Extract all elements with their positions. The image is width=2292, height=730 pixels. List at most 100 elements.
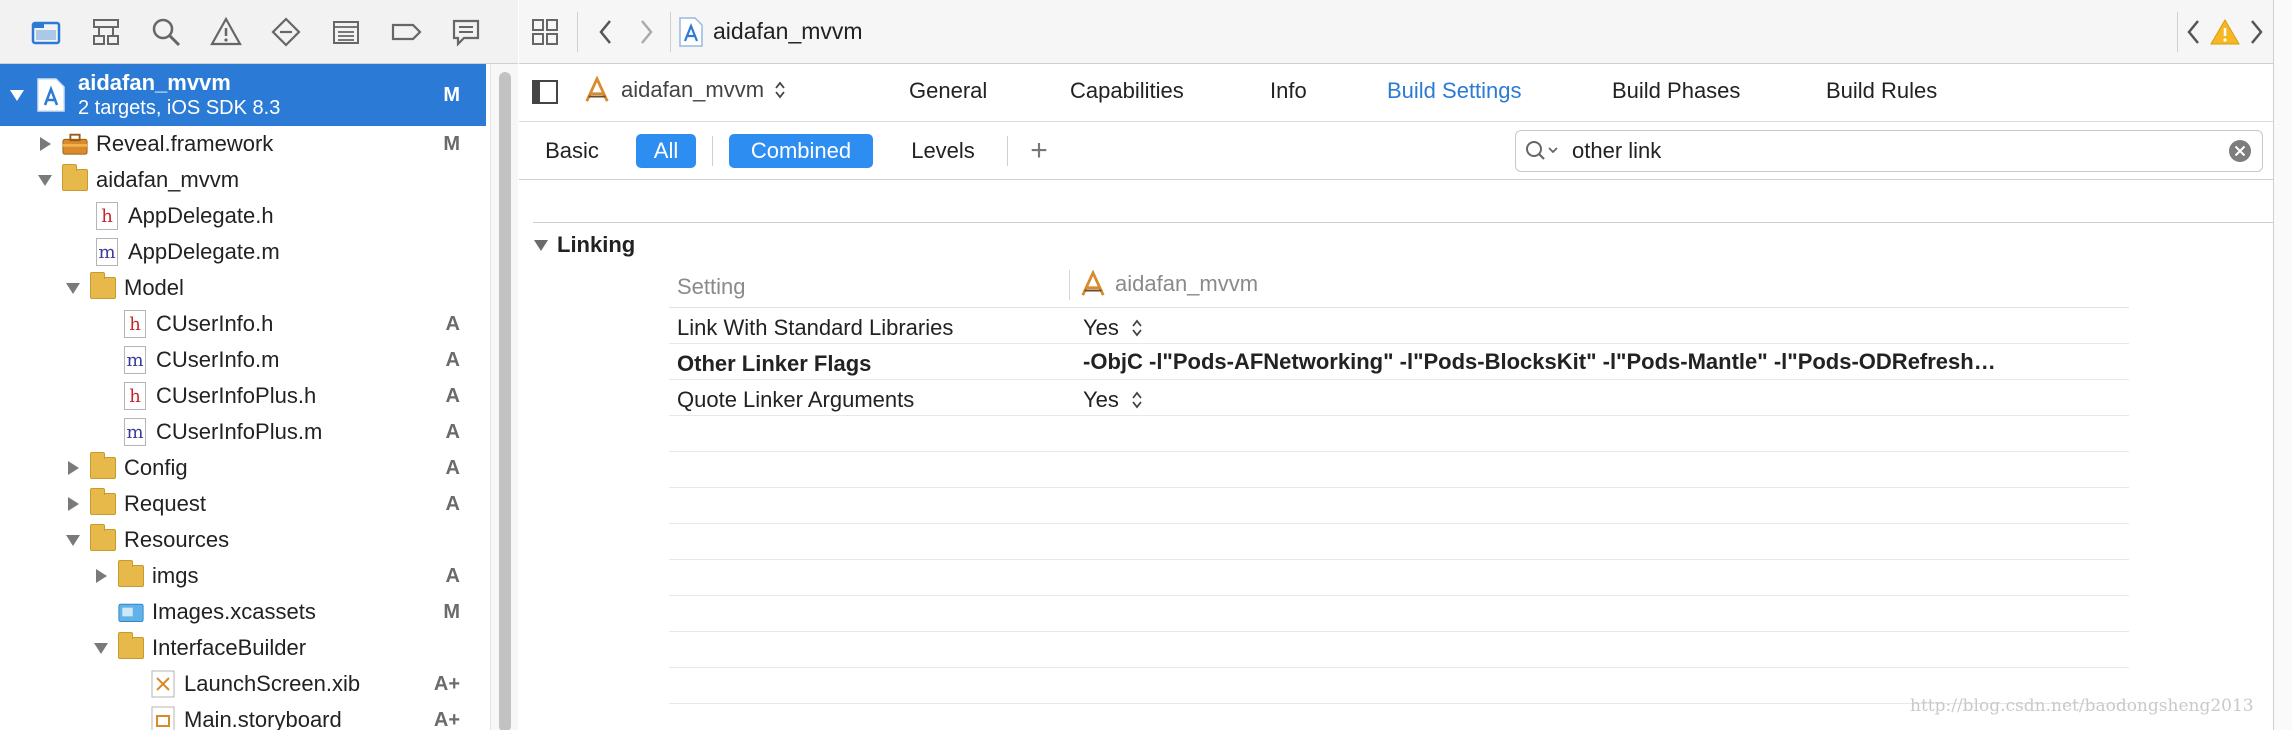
disclosure-triangle-icon[interactable] xyxy=(6,84,28,106)
list-icon xyxy=(333,20,359,44)
table-header-row: Setting aidafan_mvvm xyxy=(669,264,2129,308)
setting-column-header: Setting xyxy=(677,274,746,299)
tree-item-request[interactable]: Request A xyxy=(0,486,486,522)
speech-bubble-icon xyxy=(452,19,480,47)
add-build-setting-button[interactable]: + xyxy=(1021,134,1057,168)
breakpoint-navigator-tab[interactable] xyxy=(376,0,436,64)
folder-icon xyxy=(118,632,144,663)
search-input[interactable]: other link xyxy=(1572,138,1661,164)
all-filter-button[interactable]: All xyxy=(636,134,696,168)
debug-navigator-tab[interactable] xyxy=(316,0,376,64)
tree-item-cuserinfo-m[interactable]: m CUserInfo.m A xyxy=(0,342,486,378)
disclosure-triangle-icon[interactable] xyxy=(90,637,112,659)
find-navigator-tab[interactable] xyxy=(136,0,196,64)
search-field[interactable]: other link xyxy=(1515,130,2263,172)
disclosure-triangle-icon[interactable] xyxy=(90,565,112,587)
tree-item-label: CUserInfo.m xyxy=(156,347,280,372)
setting-row-link-with-standard-libraries[interactable]: Link With Standard Libraries Yes xyxy=(669,308,2129,344)
tree-item-model[interactable]: Model xyxy=(0,270,486,306)
tree-item-label: imgs xyxy=(152,563,199,588)
divider xyxy=(2177,12,2178,52)
disclosure-triangle-icon[interactable] xyxy=(62,529,84,551)
project-navigator-tab[interactable] xyxy=(16,0,76,64)
tab-general[interactable]: General xyxy=(909,78,987,104)
setting-value-text: Yes xyxy=(1083,387,1119,412)
tree-item-cuserinfoplus-h[interactable]: h CUserInfoPlus.h A xyxy=(0,378,486,414)
disclosure-triangle-icon[interactable] xyxy=(62,457,84,479)
jump-bar-path[interactable]: aidafan_mvvm xyxy=(679,0,863,64)
project-root-row[interactable]: aidafan_mvvm 2 targets, iOS SDK 8.3 M xyxy=(0,64,486,126)
tree-item-label: InterfaceBuilder xyxy=(152,635,307,660)
setting-row-other-linker-flags[interactable]: Other Linker Flags -ObjC -l"Pods-AFNetwo… xyxy=(669,344,2129,380)
report-navigator-tab[interactable] xyxy=(436,0,496,64)
folder-icon xyxy=(90,524,116,555)
combined-view-button[interactable]: Combined xyxy=(729,134,873,168)
tree-item-aidafan-mvvm-group[interactable]: aidafan_mvvm xyxy=(0,162,486,198)
tree-item-cuserinfo-h[interactable]: h CUserInfo.h A xyxy=(0,306,486,342)
tree-item-label: LaunchScreen.xib xyxy=(184,671,361,696)
setting-value[interactable]: Yes xyxy=(1083,387,1143,413)
project-subtitle: 2 targets, iOS SDK 8.3 xyxy=(78,97,281,120)
empty-row xyxy=(669,632,2129,668)
forward-button[interactable] xyxy=(626,0,666,64)
disclosure-triangle-icon[interactable] xyxy=(62,493,84,515)
tree-item-reveal-framework[interactable]: Reveal.framework M xyxy=(0,126,486,162)
tab-build-rules[interactable]: Build Rules xyxy=(1826,78,1937,104)
tree-item-launchscreen-xib[interactable]: LaunchScreen.xib A+ xyxy=(0,666,486,702)
setting-value[interactable]: Yes xyxy=(1083,315,1143,341)
chevron-left-icon[interactable] xyxy=(2186,18,2202,46)
disclosure-triangle-icon[interactable] xyxy=(34,169,56,191)
file-tree: aidafan_mvvm 2 targets, iOS SDK 8.3 M Re… xyxy=(0,64,486,730)
empty-row xyxy=(669,524,2129,560)
target-selector[interactable]: aidafan_mvvm xyxy=(583,76,786,104)
scrollbar-thumb[interactable] xyxy=(499,72,511,730)
section-separator xyxy=(533,222,2276,223)
setting-row-quote-linker-arguments[interactable]: Quote Linker Arguments Yes xyxy=(669,380,2129,416)
hierarchy-icon xyxy=(93,18,119,45)
tree-item-interfacebuilder[interactable]: InterfaceBuilder xyxy=(0,630,486,666)
tree-item-resources[interactable]: Resources xyxy=(0,522,486,558)
tree-item-main-storyboard[interactable]: Main.storyboard A+ xyxy=(0,702,486,730)
target-column-title: aidafan_mvvm xyxy=(1115,271,1259,296)
warning-icon[interactable] xyxy=(2210,18,2240,46)
grid-icon xyxy=(532,18,558,45)
warning-icon xyxy=(210,16,242,45)
implementation-file-icon: m xyxy=(122,417,148,447)
folder-icon xyxy=(118,560,144,591)
related-items-button[interactable] xyxy=(521,0,569,64)
section-title: Linking xyxy=(557,232,636,257)
issue-navigator-tab[interactable] xyxy=(196,0,256,64)
levels-view-button[interactable]: Levels xyxy=(895,134,991,168)
disclosure-triangle-icon[interactable] xyxy=(34,133,56,155)
header-file-icon: h xyxy=(122,381,148,411)
disclosure-triangle-icon[interactable] xyxy=(533,237,549,253)
tab-info[interactable]: Info xyxy=(1270,78,1307,104)
chevron-right-icon[interactable] xyxy=(2248,18,2264,46)
tree-item-images-xcassets[interactable]: Images.xcassets M xyxy=(0,594,486,630)
tree-item-appdelegate-h[interactable]: h AppDelegate.h xyxy=(0,198,486,234)
tree-item-appdelegate-m[interactable]: m AppDelegate.m xyxy=(0,234,486,270)
tab-capabilities[interactable]: Capabilities xyxy=(1070,78,1184,104)
header-file-icon: h xyxy=(122,309,148,339)
tree-item-config[interactable]: Config A xyxy=(0,450,486,486)
section-header-linking[interactable]: Linking xyxy=(533,232,635,258)
source-control-badge: M xyxy=(443,600,460,623)
setting-name: Other Linker Flags xyxy=(677,351,872,376)
disclosure-triangle-icon[interactable] xyxy=(62,277,84,299)
tab-build-settings[interactable]: Build Settings xyxy=(1387,78,1522,104)
clear-search-icon[interactable] xyxy=(2228,139,2252,163)
target-column-header: aidafan_mvvm xyxy=(1079,270,1258,298)
tab-build-phases[interactable]: Build Phases xyxy=(1612,78,1740,104)
storyboard-file-icon xyxy=(150,705,176,730)
tree-item-label: Request xyxy=(124,491,206,516)
basic-filter-button[interactable]: Basic xyxy=(539,134,605,168)
toggle-target-list-button[interactable] xyxy=(531,78,559,112)
setting-value[interactable]: -ObjC -l"Pods-AFNetworking" -l"Pods-Bloc… xyxy=(1083,349,1996,375)
tree-item-cuserinfoplus-m[interactable]: m CUserInfoPlus.m A xyxy=(0,414,486,450)
navigator-scrollbar[interactable] xyxy=(490,64,518,730)
back-button[interactable] xyxy=(586,0,626,64)
up-down-chevron-icon xyxy=(1132,391,1142,409)
symbol-navigator-tab[interactable] xyxy=(76,0,136,64)
tree-item-imgs[interactable]: imgs A xyxy=(0,558,486,594)
test-navigator-tab[interactable] xyxy=(256,0,316,64)
